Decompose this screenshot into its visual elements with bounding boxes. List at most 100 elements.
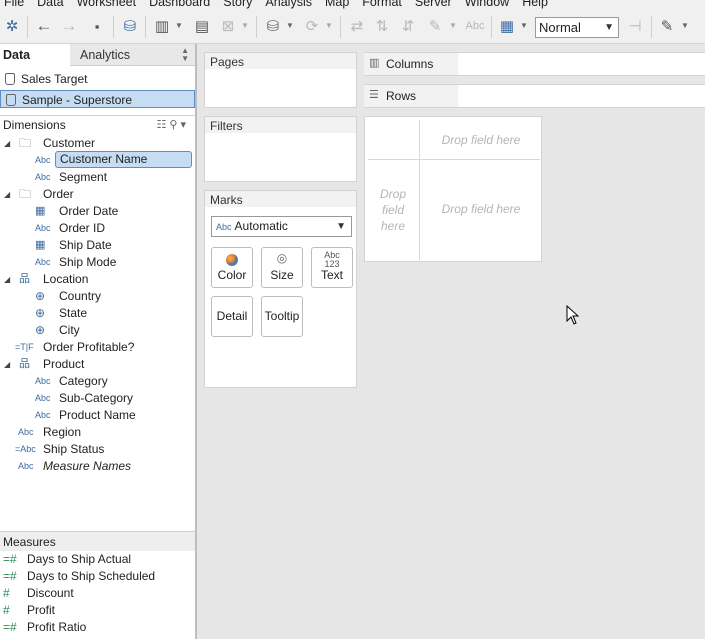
fit-select[interactable]: Normal ▼ bbox=[535, 17, 619, 38]
drop-zone-columns[interactable]: Drop field here bbox=[423, 132, 539, 148]
measure-item[interactable]: =# Days to Ship Scheduled bbox=[0, 568, 195, 585]
labels-icon[interactable]: Abc bbox=[463, 17, 487, 35]
menu-analysis[interactable]: Analysis bbox=[261, 0, 321, 10]
dimension-item[interactable]: Abc Segment bbox=[0, 169, 195, 186]
menu-file[interactable]: File bbox=[0, 0, 33, 10]
search-icon[interactable]: ⚲ bbox=[169, 119, 180, 131]
dimension-item[interactable]: Abc Product Name bbox=[0, 407, 195, 424]
tableau-logo-icon[interactable]: ✲ bbox=[3, 17, 21, 35]
swap-icon[interactable]: ⇄ bbox=[348, 17, 366, 35]
dimension-item[interactable]: Abc Category bbox=[0, 373, 195, 390]
dimension-item[interactable]: ◢ 🗀 Customer bbox=[0, 135, 195, 152]
filters-title: Filters bbox=[210, 119, 243, 133]
dimension-item[interactable]: ⊕ City bbox=[0, 322, 195, 339]
view-list-icon[interactable]: ☷ bbox=[157, 119, 170, 131]
highlight-icon[interactable]: ✎ bbox=[426, 17, 444, 35]
data-pane: Data Analytics ▲ ▼ Sales Target Sample - … bbox=[0, 44, 197, 639]
dimension-item[interactable]: =Abc Ship Status bbox=[0, 441, 195, 458]
dimension-item[interactable]: ⊕ Country bbox=[0, 288, 195, 305]
detail-button[interactable]: Detail bbox=[211, 296, 253, 337]
dimension-item[interactable]: ◢ 品 Location bbox=[0, 271, 195, 288]
dimension-item[interactable]: =T|F Order Profitable? bbox=[0, 339, 195, 356]
sort-ascending-icon[interactable]: ⇅ bbox=[373, 17, 391, 35]
refresh-icon[interactable]: ⟳ bbox=[303, 17, 321, 35]
tooltip-button[interactable]: Tooltip bbox=[261, 296, 303, 337]
globe-icon: ⊕ bbox=[35, 323, 46, 337]
menu-data[interactable]: Data bbox=[33, 0, 72, 10]
menu-worksheet[interactable]: Worksheet bbox=[73, 0, 146, 10]
size-button[interactable]: ◎ Size bbox=[261, 247, 303, 288]
text-button[interactable]: Abc 123 Text bbox=[311, 247, 353, 288]
menu-map[interactable]: Map bbox=[321, 0, 358, 10]
datasource-sales-target[interactable]: Sales Target bbox=[0, 70, 195, 88]
save-icon[interactable]: ▪ bbox=[88, 17, 106, 35]
pin-icon[interactable]: ⊣ bbox=[626, 17, 644, 35]
field-label: Customer Name bbox=[55, 151, 192, 168]
view-canvas[interactable]: Drop field here Drop field here Drop fie… bbox=[364, 116, 542, 262]
rows-icon: ☰ bbox=[369, 89, 379, 101]
rows-shelf[interactable]: ☰ Rows bbox=[364, 84, 705, 108]
field-label: Region bbox=[43, 425, 82, 439]
field-label: Order Date bbox=[59, 204, 119, 218]
dimension-item[interactable]: Abc Ship Mode bbox=[0, 254, 195, 271]
menu-dashboard[interactable]: Dashboard bbox=[145, 0, 219, 10]
menu-help[interactable]: Help bbox=[518, 0, 557, 10]
new-datasource-icon[interactable]: ⛁ bbox=[121, 17, 139, 35]
expand-triangle-icon[interactable]: ◢ bbox=[4, 271, 10, 288]
clear-icon[interactable]: ⊠ bbox=[219, 17, 237, 35]
database-icon bbox=[6, 94, 16, 106]
dimension-item[interactable]: Abc Order ID bbox=[0, 220, 195, 237]
dimension-item[interactable]: ◢ 🗀 Order bbox=[0, 186, 195, 203]
menu-server[interactable]: Server bbox=[411, 0, 461, 10]
dimension-item[interactable]: Abc Customer Name bbox=[0, 151, 195, 169]
measure-item[interactable]: # Discount bbox=[0, 585, 195, 602]
menu-format[interactable]: Format bbox=[358, 0, 411, 10]
show-me-icon[interactable]: ▦ bbox=[498, 17, 516, 35]
menu-bar: File Data Worksheet Dashboard Story Anal… bbox=[0, 0, 705, 10]
tab-analytics[interactable]: Analytics bbox=[80, 44, 130, 66]
collapse-toggle-icon[interactable]: ▲ ▼ bbox=[181, 47, 189, 63]
filters-card[interactable]: Filters bbox=[204, 116, 357, 182]
expand-triangle-icon[interactable]: ◢ bbox=[4, 186, 10, 203]
drop-zone-view[interactable]: Drop field here bbox=[423, 201, 539, 217]
duplicate-icon[interactable]: ▤ bbox=[193, 17, 211, 35]
new-worksheet-icon[interactable]: ▥ bbox=[153, 17, 171, 35]
abc-icon: Abc bbox=[35, 410, 51, 420]
field-label: Profit Ratio bbox=[27, 620, 87, 634]
abc-icon: Abc bbox=[35, 223, 51, 233]
pause-updates-icon[interactable]: ⛁ bbox=[264, 17, 282, 35]
measure-item[interactable]: # Profit bbox=[0, 602, 195, 619]
undo-icon[interactable]: ← bbox=[35, 16, 53, 35]
color-button[interactable]: Color bbox=[211, 247, 253, 288]
mark-type-select[interactable]: Abc Automatic ▼ bbox=[211, 216, 352, 237]
measure-item[interactable]: =# Profit Ratio bbox=[0, 619, 195, 636]
drop-zone-rows[interactable]: Drop field here bbox=[371, 186, 415, 234]
dimension-item[interactable]: ▦ Order Date bbox=[0, 203, 195, 220]
redo-icon[interactable]: → bbox=[60, 16, 78, 35]
datasource-sample-superstore[interactable]: Sample - Superstore bbox=[0, 90, 195, 108]
field-label: Order bbox=[43, 187, 74, 201]
field-label: Ship Mode bbox=[59, 255, 117, 269]
menu-window[interactable]: Window bbox=[461, 0, 518, 10]
expand-triangle-icon[interactable]: ◢ bbox=[4, 135, 10, 152]
chevron-down-icon: ▼ bbox=[336, 221, 346, 232]
dimension-item[interactable]: ▦ Ship Date bbox=[0, 237, 195, 254]
dimension-item[interactable]: ⊕ State bbox=[0, 305, 195, 322]
expand-triangle-icon[interactable]: ◢ bbox=[4, 356, 10, 373]
dimension-item[interactable]: ◢ 品 Product bbox=[0, 356, 195, 373]
pages-card[interactable]: Pages bbox=[204, 52, 357, 108]
dimension-item[interactable]: Abc Sub-Category bbox=[0, 390, 195, 407]
dimension-item[interactable]: Abc Measure Names bbox=[0, 458, 195, 475]
pen-icon[interactable]: ✎ bbox=[658, 17, 676, 35]
chevron-down-icon[interactable]: ▾ bbox=[180, 119, 189, 131]
marks-card: Marks Abc Automatic ▼ Color ◎ Size Abc 123… bbox=[204, 190, 357, 388]
measure-item[interactable]: =# Days to Ship Actual bbox=[0, 551, 195, 568]
abc-icon: Abc bbox=[18, 427, 34, 437]
columns-shelf[interactable]: ▥ Columns bbox=[364, 52, 705, 76]
sort-descending-icon[interactable]: ⇵ bbox=[399, 17, 417, 35]
tab-data[interactable]: Data bbox=[0, 44, 70, 66]
dimension-item[interactable]: Abc Region bbox=[0, 424, 195, 441]
menu-story[interactable]: Story bbox=[219, 0, 261, 10]
field-label: Country bbox=[59, 289, 102, 303]
tooltip-label: Tooltip bbox=[264, 309, 300, 323]
